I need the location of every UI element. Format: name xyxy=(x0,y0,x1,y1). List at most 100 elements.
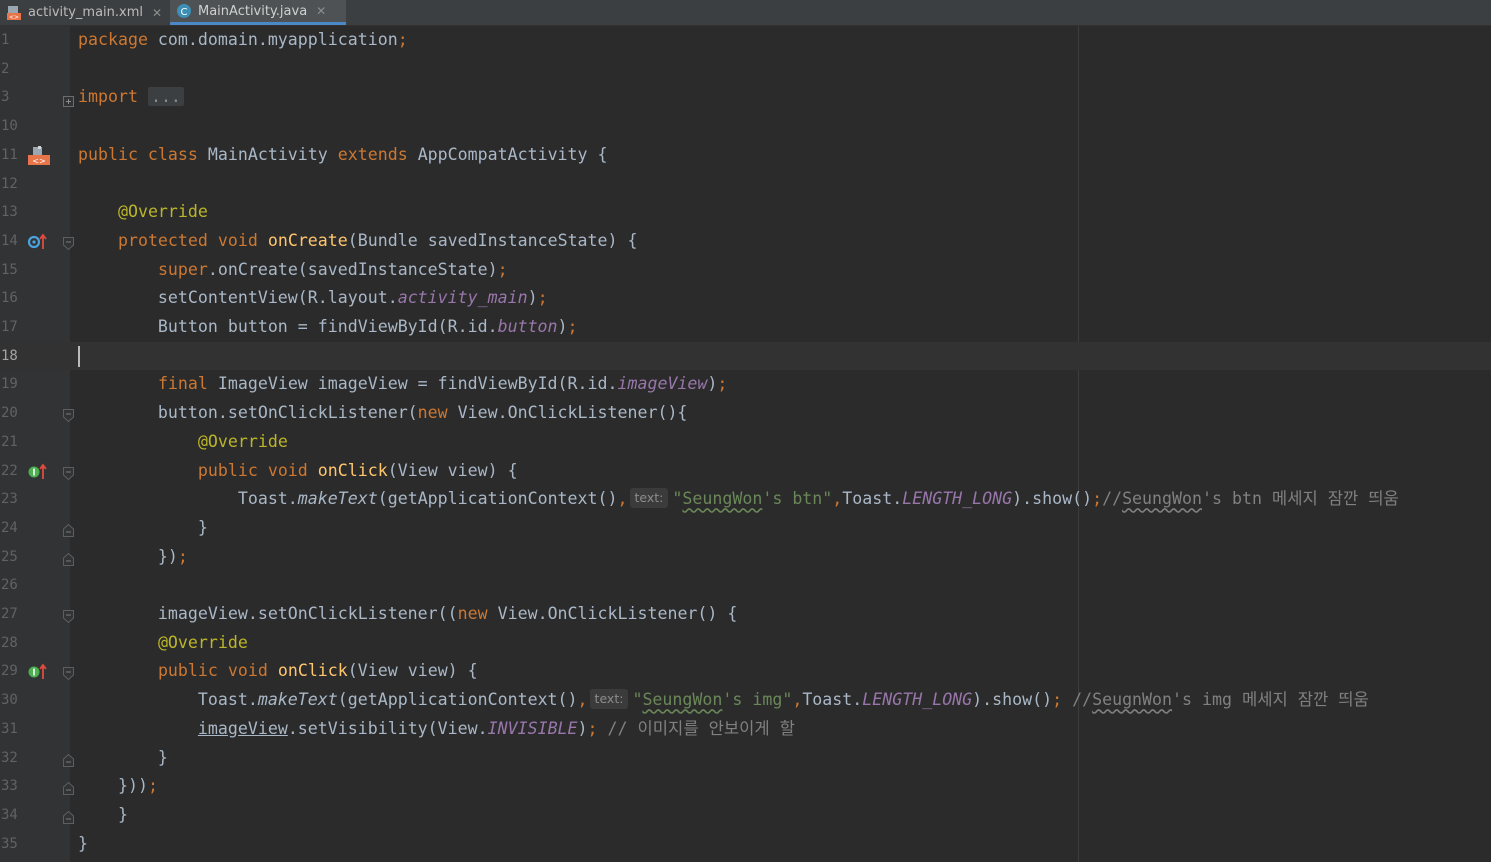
code-token: , xyxy=(792,690,803,710)
line-number: 34 xyxy=(1,806,18,823)
code-token: Toast. xyxy=(78,489,298,509)
code-token: onCreate xyxy=(267,230,348,250)
fold-marker-icon[interactable] xyxy=(63,608,74,624)
override-method-icon[interactable] xyxy=(27,232,51,252)
code-line[interactable]: 16 setContentView(R.layout.activity_main… xyxy=(0,284,1491,313)
code-text: }); xyxy=(78,543,188,572)
expand-fold-icon[interactable] xyxy=(63,92,74,108)
code-text: } xyxy=(78,744,168,773)
close-icon[interactable]: ✕ xyxy=(316,4,326,18)
code-line[interactable]: 27 imageView.setOnClickListener((new Vie… xyxy=(0,600,1491,629)
fold-marker-icon[interactable] xyxy=(63,465,74,480)
code-token: ) xyxy=(527,288,538,308)
code-token: " xyxy=(672,489,683,509)
code-line[interactable]: 29 public void onClick(View view) { xyxy=(0,657,1491,686)
code-text: @Override xyxy=(78,198,208,227)
code-line[interactable]: 31 imageView.setVisibility(View.INVISIBL… xyxy=(0,715,1491,744)
code-token: 's img" xyxy=(722,690,793,710)
code-token: public void xyxy=(157,661,268,681)
code-line[interactable]: 15 super.onCreate(savedInstanceState); xyxy=(0,256,1491,285)
line-number: 3 xyxy=(1,89,10,106)
folded-imports[interactable]: ... xyxy=(147,87,184,107)
code-token: activity_main xyxy=(397,288,528,308)
code-token: public void xyxy=(197,460,308,480)
tab-activity-main-xml[interactable]: <> activity_main.xml ✕ xyxy=(0,0,168,25)
line-number: 21 xyxy=(1,433,18,450)
code-line[interactable]: 11 <> public class MainActivity extends Ap… xyxy=(0,141,1491,170)
code-line[interactable]: 2 xyxy=(0,55,1491,84)
code-line[interactable]: 32 } xyxy=(0,744,1491,773)
fold-marker-icon[interactable] xyxy=(63,407,74,423)
code-text: protected void onCreate(Bundle savedInst… xyxy=(78,227,638,256)
fold-marker-icon[interactable] xyxy=(63,665,74,681)
code-token: ; xyxy=(537,288,548,308)
code-line[interactable]: 19 final ImageView imageView = findViewB… xyxy=(0,370,1491,399)
code-line[interactable]: 25 }); xyxy=(0,543,1491,572)
line-number: 19 xyxy=(1,376,18,393)
code-line[interactable]: 23 Toast.makeText(getApplicationContext(… xyxy=(0,485,1491,514)
code-token: LENGTH_LONG xyxy=(862,690,973,710)
layout-file-icon[interactable]: <> xyxy=(27,145,51,166)
code-token: } xyxy=(78,804,128,824)
code-line[interactable]: 1 package com.domain.myapplication; xyxy=(0,26,1491,55)
fold-marker-icon[interactable] xyxy=(63,809,74,824)
code-text: Button button = findViewById(R.id.button… xyxy=(78,313,578,342)
code-line[interactable]: 18 xyxy=(0,341,1491,371)
code-token: // 이미지를 안보이게 할 xyxy=(607,718,795,738)
line-number: 24 xyxy=(1,519,18,536)
code-token: public class xyxy=(78,144,198,164)
code-line[interactable]: 35} xyxy=(0,830,1491,859)
implement-method-icon[interactable] xyxy=(27,462,51,482)
fold-marker-icon[interactable] xyxy=(63,780,74,796)
code-line[interactable]: 20 button.setOnClickListener(new View.On… xyxy=(0,399,1491,428)
fold-marker-icon[interactable] xyxy=(63,522,74,537)
line-number: 30 xyxy=(1,692,18,709)
code-token: imageView xyxy=(617,374,708,394)
line-number: 26 xyxy=(1,577,18,594)
fold-marker-icon[interactable] xyxy=(63,551,74,566)
editor-tab-bar: <> activity_main.xml ✕ C MainActivity.ja… xyxy=(0,0,1491,26)
code-line[interactable]: 24 } xyxy=(0,514,1491,543)
code-line[interactable]: 17 Button button = findViewById(R.id.but… xyxy=(0,313,1491,342)
code-line[interactable]: 26 xyxy=(0,571,1491,600)
code-token: INVISIBLE xyxy=(487,718,578,738)
code-token: protected void xyxy=(117,230,258,250)
code-token: (View view) { xyxy=(387,460,518,480)
fold-marker-icon[interactable] xyxy=(63,235,74,251)
code-line[interactable]: 28 @Override xyxy=(0,629,1491,658)
code-text: Toast.makeText(getApplicationContext(), t… xyxy=(78,686,1369,715)
code-line[interactable]: 14 protected void onCreate(Bundle savedI… xyxy=(0,227,1491,256)
code-line[interactable]: 22 public void onClick(View view) { xyxy=(0,457,1491,486)
code-line[interactable]: 13 @Override xyxy=(0,198,1491,227)
code-token: AppCompatActivity { xyxy=(407,144,608,164)
code-token: (getApplicationContext() xyxy=(377,489,618,509)
code-line[interactable]: 34 } xyxy=(0,801,1491,830)
code-token: imageView xyxy=(197,718,288,738)
code-line[interactable]: 33 })); xyxy=(0,772,1491,801)
code-line[interactable]: 10 xyxy=(0,112,1491,141)
code-token: ; xyxy=(147,776,158,796)
code-line[interactable]: 21 @Override xyxy=(0,428,1491,457)
line-number: 18 xyxy=(1,347,18,364)
code-editor[interactable]: 1 package com.domain.myapplication; 2 3 impo… xyxy=(0,26,1491,862)
code-token: (Bundle savedInstanceState) { xyxy=(347,230,638,250)
tab-label: activity_main.xml xyxy=(28,5,144,20)
code-token: com.domain.myapplication xyxy=(147,30,398,49)
code-token: ; xyxy=(587,718,598,738)
code-token: setContentView(R.layout. xyxy=(78,288,398,308)
code-token: super xyxy=(157,259,208,279)
implement-method-icon[interactable] xyxy=(27,662,51,682)
code-line[interactable]: 30 Toast.makeText(getApplicationContext(… xyxy=(0,686,1491,715)
code-line[interactable]: 12 xyxy=(0,170,1491,199)
fold-marker-icon[interactable] xyxy=(63,752,74,767)
line-number: 22 xyxy=(1,462,18,479)
code-line[interactable]: 3 import ... xyxy=(0,83,1491,112)
tab-mainactivity-java[interactable]: C MainActivity.java ✕ xyxy=(170,0,346,25)
close-icon[interactable]: ✕ xyxy=(152,6,162,20)
